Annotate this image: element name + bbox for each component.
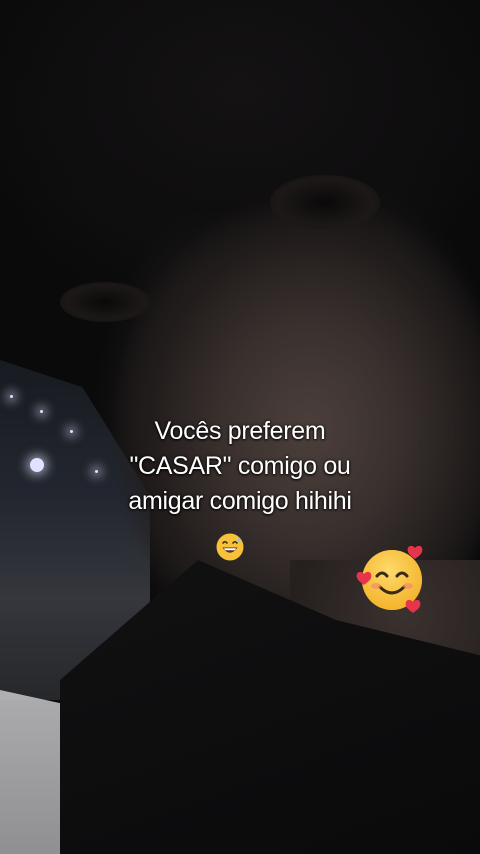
city-light bbox=[40, 410, 43, 413]
window-ledge bbox=[0, 690, 60, 854]
city-light bbox=[10, 395, 13, 398]
right-eye bbox=[270, 175, 380, 230]
grinning-face-with-sweat-icon bbox=[216, 533, 244, 561]
story-caption: Vocês preferem "CASAR" comigo ou amigar … bbox=[40, 414, 440, 519]
caption-line-2: "CASAR" comigo ou bbox=[129, 452, 351, 480]
caption-line-1: Vocês preferem bbox=[154, 417, 326, 445]
smiling-face-with-hearts-icon bbox=[356, 545, 423, 613]
video-frame: Vocês preferem "CASAR" comigo ou amigar … bbox=[0, 0, 480, 854]
caption-line-3: amigar comigo hihihi bbox=[128, 487, 352, 515]
left-eye bbox=[60, 282, 150, 322]
